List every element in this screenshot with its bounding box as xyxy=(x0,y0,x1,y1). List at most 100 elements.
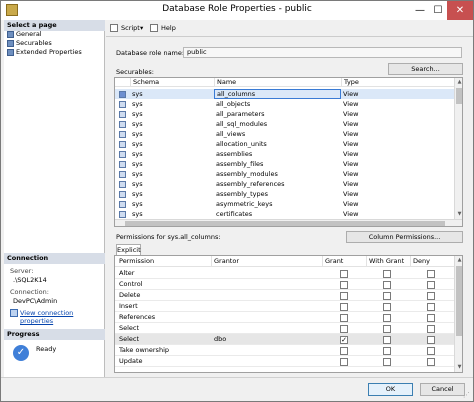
cell-name: all_sql_modules xyxy=(216,120,268,128)
deny-checkbox[interactable] xyxy=(427,270,435,278)
permission-row[interactable]: Select xyxy=(115,323,454,334)
table-row[interactable]: sys asymmetric_keys View xyxy=(115,199,454,209)
permissions-vscroll-thumb[interactable] xyxy=(456,266,462,336)
ok-button[interactable]: OK xyxy=(368,383,413,396)
header-schema[interactable]: Schema xyxy=(130,78,214,87)
cell-permission: Alter xyxy=(119,269,135,277)
with-grant-checkbox[interactable] xyxy=(383,303,391,311)
cell-type: View xyxy=(343,190,359,198)
table-row[interactable]: sys certificates View xyxy=(115,209,454,219)
page-extended-properties[interactable]: Extended Properties xyxy=(7,48,82,57)
permission-row[interactable]: Delete xyxy=(115,290,454,301)
with-grant-checkbox[interactable] xyxy=(383,292,391,300)
grant-checkbox[interactable] xyxy=(340,303,348,311)
header-grant[interactable]: Grant xyxy=(322,256,366,267)
page-securables[interactable]: Securables xyxy=(7,39,52,48)
grant-checkbox[interactable] xyxy=(340,314,348,322)
cell-schema: sys xyxy=(132,110,143,118)
table-row[interactable]: sys all_columns View xyxy=(115,89,454,99)
permission-row[interactable]: References xyxy=(115,312,454,323)
tab-explicit[interactable]: Explicit xyxy=(116,244,141,255)
grant-checkbox[interactable] xyxy=(340,347,348,355)
table-row[interactable]: sys assembly_types View xyxy=(115,189,454,199)
grant-checkbox[interactable] xyxy=(340,281,348,289)
cell-schema: sys xyxy=(132,90,143,98)
scroll-up-icon[interactable]: ▲ xyxy=(455,78,462,87)
scroll-up-icon[interactable]: ▲ xyxy=(455,256,462,265)
table-row[interactable]: sys assemblies View xyxy=(115,149,454,159)
securables-hscroll-thumb[interactable] xyxy=(125,221,445,226)
header-type[interactable]: Type xyxy=(341,78,454,87)
with-grant-checkbox[interactable] xyxy=(383,358,391,366)
header-grantor[interactable]: Grantor xyxy=(211,256,322,267)
grant-checkbox[interactable] xyxy=(340,292,348,300)
permission-row[interactable]: Take ownership xyxy=(115,345,454,356)
securables-hscrollbar[interactable] xyxy=(115,219,462,226)
cell-name: all_parameters xyxy=(216,110,265,118)
cancel-button[interactable]: Cancel xyxy=(420,383,465,396)
cell-schema: sys xyxy=(132,140,143,148)
view-icon xyxy=(119,141,126,148)
help-button[interactable]: Help xyxy=(150,23,176,34)
permission-row[interactable]: Control xyxy=(115,279,454,290)
permission-row[interactable]: Insert xyxy=(115,301,454,312)
header-name[interactable]: Name xyxy=(214,78,341,87)
table-row[interactable]: sys assembly_references View xyxy=(115,179,454,189)
with-grant-checkbox[interactable] xyxy=(383,325,391,333)
minimize-button[interactable]: — xyxy=(411,1,429,20)
cell-type: View xyxy=(343,210,359,218)
grant-checkbox[interactable] xyxy=(340,270,348,278)
deny-checkbox[interactable] xyxy=(427,292,435,300)
grant-checkbox[interactable]: ✓ xyxy=(340,336,348,344)
table-row[interactable]: sys allocation_units View xyxy=(115,139,454,149)
header-permission[interactable]: Permission xyxy=(115,256,211,267)
title-bar[interactable]: Database Role Properties - public — ☐ ✕ xyxy=(1,1,473,20)
table-row[interactable]: sys assembly_files View xyxy=(115,159,454,169)
with-grant-checkbox[interactable] xyxy=(383,336,391,344)
scroll-down-icon[interactable]: ▼ xyxy=(455,363,462,372)
search-button[interactable]: Search... xyxy=(388,63,463,75)
deny-checkbox[interactable] xyxy=(427,314,435,322)
resize-grip-icon[interactable]: ⋰ xyxy=(463,391,470,399)
table-row[interactable]: sys all_parameters View xyxy=(115,109,454,119)
permission-row[interactable]: Update xyxy=(115,356,454,367)
deny-checkbox[interactable] xyxy=(427,347,435,355)
table-row[interactable]: sys all_objects View xyxy=(115,99,454,109)
securables-vscroll-thumb[interactable] xyxy=(456,88,462,104)
deny-checkbox[interactable] xyxy=(427,358,435,366)
with-grant-checkbox[interactable] xyxy=(383,347,391,355)
column-permissions-button[interactable]: Column Permissions... xyxy=(346,231,463,243)
header-with-grant[interactable]: With Grant xyxy=(366,256,410,267)
permission-row[interactable]: Select dbo ✓ xyxy=(115,334,454,345)
cell-grantor xyxy=(212,345,322,356)
close-button[interactable]: ✕ xyxy=(447,1,473,20)
table-row[interactable]: sys all_sql_modules View xyxy=(115,119,454,129)
grant-checkbox[interactable] xyxy=(340,358,348,366)
header-deny[interactable]: Deny xyxy=(410,256,454,267)
maximize-button[interactable]: ☐ xyxy=(429,1,447,20)
securables-grid[interactable]: Schema Name Type sys all_columns View sys al… xyxy=(114,77,463,227)
view-connection-properties-link[interactable]: View connection properties xyxy=(10,309,104,325)
grant-checkbox[interactable] xyxy=(340,325,348,333)
permission-row[interactable]: Alter xyxy=(115,268,454,279)
script-dropdown-icon[interactable]: ▾ xyxy=(140,23,143,34)
cell-schema: sys xyxy=(132,180,143,188)
permissions-vscrollbar[interactable]: ▲ ▼ xyxy=(454,256,462,372)
deny-checkbox[interactable] xyxy=(427,336,435,344)
with-grant-checkbox[interactable] xyxy=(383,270,391,278)
cell-name: asymmetric_keys xyxy=(216,200,273,208)
securables-vscrollbar[interactable]: ▲ ▼ xyxy=(454,78,462,219)
header-icon-column xyxy=(115,78,130,87)
table-row[interactable]: sys assembly_modules View xyxy=(115,169,454,179)
with-grant-checkbox[interactable] xyxy=(383,314,391,322)
script-button[interactable]: Script xyxy=(110,23,140,34)
deny-checkbox[interactable] xyxy=(427,325,435,333)
deny-checkbox[interactable] xyxy=(427,303,435,311)
with-grant-checkbox[interactable] xyxy=(383,281,391,289)
page-general[interactable]: General xyxy=(7,30,42,39)
progress-status: Ready xyxy=(36,345,57,353)
permissions-grid[interactable]: Permission Grantor Grant With Grant Deny… xyxy=(114,255,463,373)
scroll-down-icon[interactable]: ▼ xyxy=(455,210,462,219)
deny-checkbox[interactable] xyxy=(427,281,435,289)
table-row[interactable]: sys all_views View xyxy=(115,129,454,139)
